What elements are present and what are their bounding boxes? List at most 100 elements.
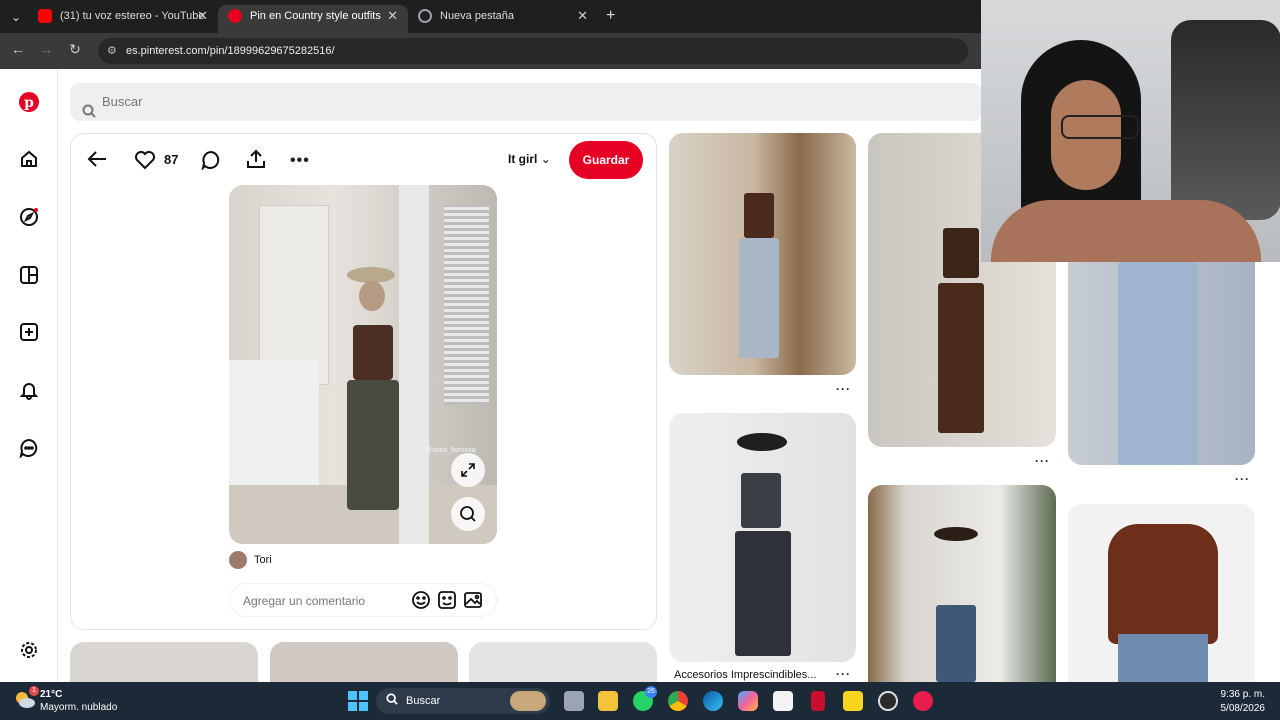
closet-door-shape	[259, 205, 329, 385]
pinterest-sidebar: p	[0, 69, 58, 683]
close-tab-icon[interactable]: ✕	[577, 5, 588, 27]
chevron-down-icon: ⌄	[540, 152, 551, 166]
svg-text:p: p	[24, 95, 34, 111]
comment-bubble-icon[interactable]	[200, 150, 222, 175]
search-input[interactable]: Buscar	[70, 83, 982, 121]
chrome-icon[interactable]	[668, 691, 688, 711]
search-icon	[386, 693, 398, 708]
file-explorer-icon[interactable]	[598, 691, 618, 711]
windows-taskbar: 1 21°C Mayorm. nublado Buscar 26 9:36 p.…	[0, 682, 1280, 720]
person-hat-shape	[737, 433, 787, 451]
person-jeans-shape	[936, 605, 976, 682]
search-icon	[82, 95, 96, 133]
reload-icon[interactable]: ↻	[65, 41, 85, 58]
person-top-shape	[744, 193, 774, 238]
person-shoulders-shape	[991, 200, 1261, 262]
settings-gear-icon[interactable]	[18, 639, 40, 661]
board-selector[interactable]: It girl ⌄	[508, 152, 551, 166]
pin-thumbnail[interactable]	[868, 485, 1056, 682]
pinterest-logo-icon[interactable]: p	[18, 91, 40, 113]
pin-thumbnail[interactable]	[669, 133, 856, 375]
close-tab-icon[interactable]: ✕	[387, 5, 398, 27]
expand-icon[interactable]	[451, 453, 485, 487]
more-options-icon[interactable]: ···	[1235, 472, 1250, 486]
pin-thumbnail[interactable]	[70, 642, 258, 682]
close-tab-icon[interactable]: ✕	[197, 5, 208, 27]
like-heart-icon[interactable]	[134, 150, 156, 175]
tab-label: Pin en Country style outfits	[250, 10, 381, 22]
task-view-icon[interactable]	[564, 691, 584, 711]
author-name[interactable]: Tori	[254, 554, 272, 566]
copilot-icon[interactable]	[738, 691, 758, 711]
person-head-shape	[359, 281, 385, 311]
back-arrow-icon[interactable]	[86, 149, 108, 174]
weather-badge: 1	[29, 686, 39, 696]
tab-search-chevron-icon[interactable]: ⌄	[6, 7, 26, 27]
avatar[interactable]	[229, 551, 247, 569]
garment-top-shape	[1108, 524, 1218, 644]
sticky-notes-icon[interactable]	[843, 691, 863, 711]
taskbar-search[interactable]: Buscar	[376, 688, 550, 714]
tab-label: Nueva pestaña	[440, 10, 514, 22]
sticker-icon[interactable]	[437, 590, 457, 615]
media-player-icon[interactable]	[913, 691, 933, 711]
pin-thumbnail[interactable]	[1068, 262, 1255, 465]
home-icon[interactable]	[18, 148, 40, 170]
url-text: es.pinterest.com/pin/18999629675282516/	[126, 45, 335, 57]
tab-label: (31) tu voz estereo - YouTube	[60, 10, 205, 22]
more-options-icon[interactable]: ···	[836, 667, 851, 681]
person-hat-shape	[934, 527, 978, 541]
pdf-reader-icon[interactable]	[811, 691, 825, 711]
more-options-icon[interactable]: •••	[290, 152, 310, 170]
taskbar-search-label: Buscar	[406, 695, 441, 707]
more-options-icon[interactable]: ···	[836, 382, 851, 396]
share-icon[interactable]	[245, 149, 267, 174]
pinterest-favicon-icon	[228, 9, 242, 23]
mirror-frame-shape	[399, 185, 429, 544]
person-jeans-shape	[1118, 634, 1208, 682]
boards-icon[interactable]	[18, 264, 40, 286]
pin-image[interactable]: @sona_llorrisaa	[229, 185, 497, 544]
pin-thumbnail[interactable]	[1068, 504, 1255, 682]
board-name: It girl	[508, 152, 538, 166]
clock-date[interactable]: 5/08/2026	[1221, 703, 1266, 714]
person-jeans-shape	[347, 380, 399, 510]
emoji-icon[interactable]	[411, 590, 431, 615]
person-top-shape	[943, 228, 979, 278]
temperature: 21°C	[40, 689, 63, 700]
person-jeans-shape	[739, 238, 779, 358]
edge-icon[interactable]	[703, 691, 723, 711]
tab-new[interactable]: Nueva pestaña ✕	[408, 5, 598, 33]
window-blind-shape	[444, 205, 489, 405]
comment-placeholder: Agregar un comentario	[243, 594, 366, 608]
site-info-icon[interactable]: ⚙	[107, 38, 117, 64]
wall-hanging-bags-shape	[1171, 20, 1280, 220]
visual-search-icon[interactable]	[451, 497, 485, 531]
forward-arrow-icon[interactable]: →	[36, 41, 56, 57]
pin-thumbnail[interactable]	[270, 642, 458, 682]
url-field[interactable]: ⚙ es.pinterest.com/pin/18999629675282516…	[98, 38, 968, 64]
person-jeans-shape	[1118, 262, 1198, 465]
pin-thumbnail[interactable]	[669, 413, 856, 662]
notifications-bell-icon[interactable]	[18, 379, 40, 401]
windows-start-icon[interactable]	[348, 691, 368, 714]
obs-icon[interactable]	[878, 691, 898, 711]
tab-youtube[interactable]: (31) tu voz estereo - YouTube ✕	[28, 5, 218, 33]
pin-thumbnail[interactable]	[469, 642, 657, 682]
tab-pinterest[interactable]: Pin en Country style outfits ✕	[218, 5, 408, 33]
create-plus-icon[interactable]	[18, 321, 40, 343]
webcam-overlay	[981, 0, 1280, 262]
person-jeans-shape	[735, 531, 791, 656]
more-options-icon[interactable]: ···	[1035, 454, 1050, 468]
clock-time[interactable]: 9:36 p. m.	[1221, 689, 1265, 700]
person-top-shape	[741, 473, 781, 528]
messages-icon[interactable]	[18, 437, 40, 459]
person-jeans-shape	[938, 283, 984, 433]
microsoft-store-icon[interactable]	[773, 691, 793, 711]
back-arrow-icon[interactable]: ←	[8, 41, 28, 57]
pin-caption[interactable]: Accesorios Imprescindibles...	[674, 669, 816, 681]
explore-compass-icon[interactable]	[18, 206, 40, 228]
save-button[interactable]: Guardar	[569, 141, 643, 179]
image-attach-icon[interactable]	[463, 590, 483, 615]
new-tab-plus-icon[interactable]: +	[606, 7, 615, 25]
